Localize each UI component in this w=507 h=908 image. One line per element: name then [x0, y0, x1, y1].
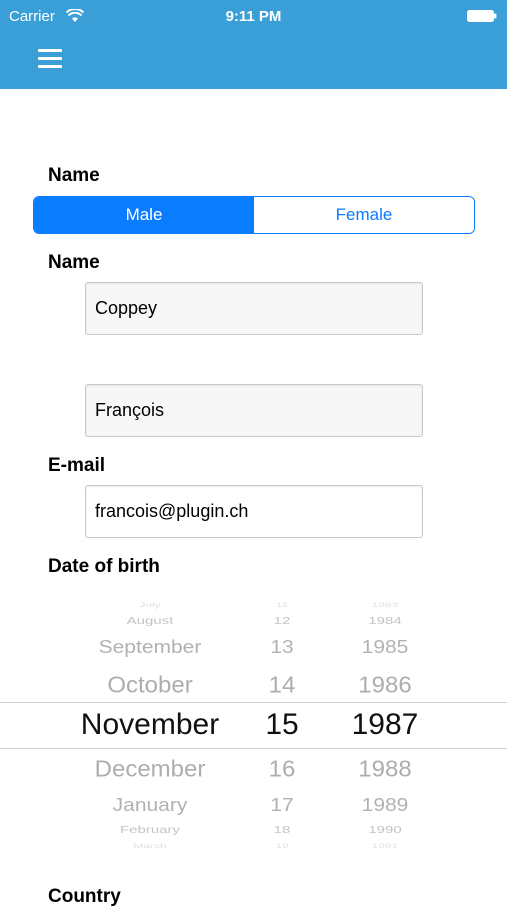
country-label: Country	[48, 886, 121, 907]
picker-day: 11	[275, 601, 289, 609]
picker-day: 16	[268, 756, 296, 783]
gender-segmented-control[interactable]: Male Female	[33, 196, 475, 234]
battery-icon	[467, 10, 497, 22]
picker-year: 1989	[361, 795, 409, 816]
segment-male[interactable]: Male	[34, 197, 254, 233]
picker-year: 1988	[358, 756, 412, 783]
picker-day: 17	[270, 795, 294, 816]
picker-row-selected[interactable]: November 15 1987	[0, 707, 507, 743]
picker-day: 18	[273, 823, 291, 836]
picker-day: 12	[273, 614, 291, 627]
selection-bottom-line	[0, 748, 507, 749]
picker-year: 1985	[361, 637, 409, 658]
picker-row[interactable]: October 14 1986	[0, 671, 507, 700]
picker-year: 1983	[371, 601, 399, 609]
dob-label: Date of birth	[48, 556, 160, 577]
clock: 9:11 PM	[225, 8, 282, 25]
picker-row[interactable]: July 11 1983	[0, 598, 507, 612]
picker-month: July	[139, 601, 161, 609]
picker-day: 19	[275, 842, 289, 850]
picker-month: February	[119, 823, 181, 836]
picker-month: October	[107, 672, 193, 699]
picker-month: January	[112, 795, 188, 816]
last-name-field[interactable]: Coppey	[85, 282, 423, 335]
picker-row[interactable]: August 12 1984	[0, 612, 507, 630]
picker-year: 1984	[368, 614, 402, 627]
picker-month: September	[98, 637, 202, 658]
picker-month: December	[94, 756, 206, 783]
picker-row[interactable]: March 19 1991	[0, 839, 507, 850]
picker-year: 1990	[368, 823, 402, 836]
email-value: francois@plugin.ch	[95, 501, 249, 521]
status-bar: Carrier 9:11 PM	[0, 0, 507, 32]
picker-row[interactable]: December 16 1988	[0, 755, 507, 784]
picker-year: 1986	[358, 672, 412, 699]
picker-row[interactable]: February 18 1990	[0, 821, 507, 839]
picker-month: August	[126, 614, 174, 627]
picker-month: November	[80, 708, 220, 741]
navigation-bar: Carrier 9:11 PM	[0, 0, 507, 89]
email-label: E-mail	[48, 455, 106, 476]
first-name-field[interactable]: François	[85, 384, 423, 437]
hamburger-menu-icon[interactable]	[36, 46, 64, 70]
first-name-value: François	[95, 400, 165, 420]
picker-year: 1987	[351, 708, 419, 741]
picker-row[interactable]: September 13 1985	[0, 635, 507, 660]
picker-day: 13	[270, 637, 294, 658]
picker-month: March	[133, 842, 167, 850]
date-of-birth-picker[interactable]: July 11 1983 August 12 1984 September 13 1985 Oct…	[0, 595, 507, 850]
name-label: Name	[48, 252, 100, 273]
picker-day: 14	[268, 672, 296, 699]
gender-label: Name	[48, 165, 100, 186]
email-field[interactable]: francois@plugin.ch	[85, 485, 423, 538]
picker-year: 1991	[371, 842, 399, 850]
last-name-value: Coppey	[95, 298, 158, 318]
segment-female[interactable]: Female	[254, 197, 474, 233]
picker-day: 15	[265, 708, 299, 741]
selection-top-line	[0, 702, 507, 703]
picker-row[interactable]: January 17 1989	[0, 793, 507, 818]
